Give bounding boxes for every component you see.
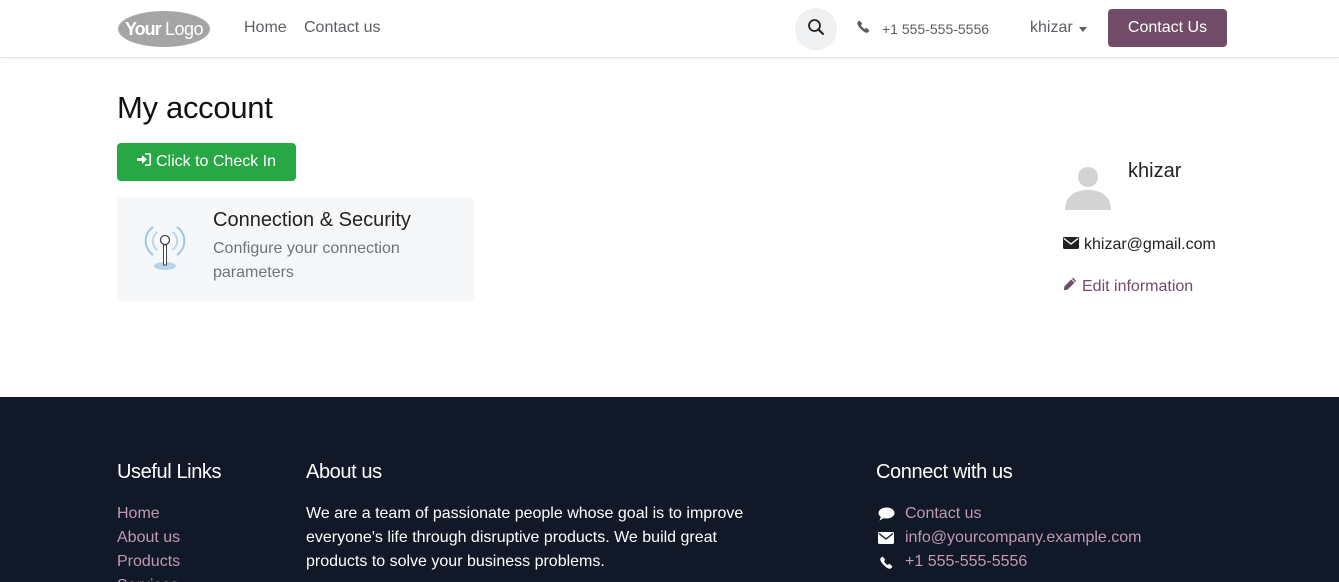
connect-phone-label: +1 555-555-5556: [905, 553, 1028, 570]
card-description: Configure your connection parameters: [213, 240, 400, 281]
footer-link-home[interactable]: Home: [117, 502, 180, 526]
profile-email: khizar@gmail.com: [1063, 236, 1216, 254]
footer-link-about-us[interactable]: About us: [117, 526, 180, 550]
connect-heading: Connect with us: [876, 461, 1013, 483]
connect-contact-us[interactable]: Contact us: [876, 502, 1142, 526]
footer-link-services[interactable]: Services: [117, 574, 180, 582]
search-icon: [807, 18, 825, 41]
about-us-heading: About us: [306, 461, 382, 483]
edit-information-link[interactable]: Edit information: [1063, 277, 1193, 296]
edit-information-label: Edit information: [1082, 277, 1194, 295]
svg-text:Your: Your: [125, 19, 162, 39]
contact-us-button[interactable]: Contact Us: [1108, 9, 1227, 47]
header-phone[interactable]: +1 555-555-5556: [857, 20, 989, 38]
svg-text:Logo: Logo: [165, 19, 204, 39]
connect-email[interactable]: info@yourcompany.example.com: [876, 526, 1142, 550]
check-in-button[interactable]: Click to Check In: [117, 143, 296, 181]
site-header: Your Logo Home Contact us +1 555-555-555…: [0, 0, 1339, 58]
connect-list: Contact us info@yourcompany.example.com …: [876, 502, 1142, 574]
profile-email-text: khizar@gmail.com: [1084, 236, 1216, 253]
connect-email-label: info@yourcompany.example.com: [905, 529, 1142, 546]
company-logo[interactable]: Your Logo: [117, 10, 212, 48]
connection-security-card[interactable]: Connection & Security Configure your con…: [117, 197, 474, 301]
profile-name: khizar: [1128, 160, 1182, 182]
chevron-down-icon: [1078, 26, 1087, 32]
connect-contact-us-label: Contact us: [905, 505, 982, 522]
check-in-label: Click to Check In: [155, 153, 277, 170]
antenna-icon: [139, 215, 191, 275]
sign-in-icon: [136, 153, 151, 171]
page-title: My account: [117, 90, 273, 125]
envelope-icon: [876, 526, 896, 550]
phone-icon: [857, 20, 870, 38]
search-button[interactable]: [795, 8, 837, 50]
envelope-icon: [1063, 236, 1079, 254]
useful-links-heading: Useful Links: [117, 461, 222, 483]
user-name: khizar: [1030, 19, 1073, 36]
user-menu-dropdown[interactable]: khizar: [1030, 19, 1087, 37]
comment-icon: [876, 502, 896, 526]
phone-icon: [876, 550, 896, 574]
nav-home[interactable]: Home: [244, 19, 287, 37]
about-us-text: We are a team of passionate people whose…: [306, 505, 744, 570]
nav-contact-us[interactable]: Contact us: [304, 19, 380, 37]
connect-phone[interactable]: +1 555-555-5556: [876, 550, 1142, 574]
pencil-icon: [1063, 277, 1077, 296]
site-footer: Useful Links Home About us Products Serv…: [0, 397, 1339, 582]
avatar: [1063, 158, 1113, 210]
header-phone-number: +1 555-555-5556: [882, 21, 990, 37]
useful-links-list: Home About us Products Services: [117, 502, 180, 582]
footer-link-products[interactable]: Products: [117, 550, 180, 574]
card-title: Connection & Security: [213, 209, 411, 231]
